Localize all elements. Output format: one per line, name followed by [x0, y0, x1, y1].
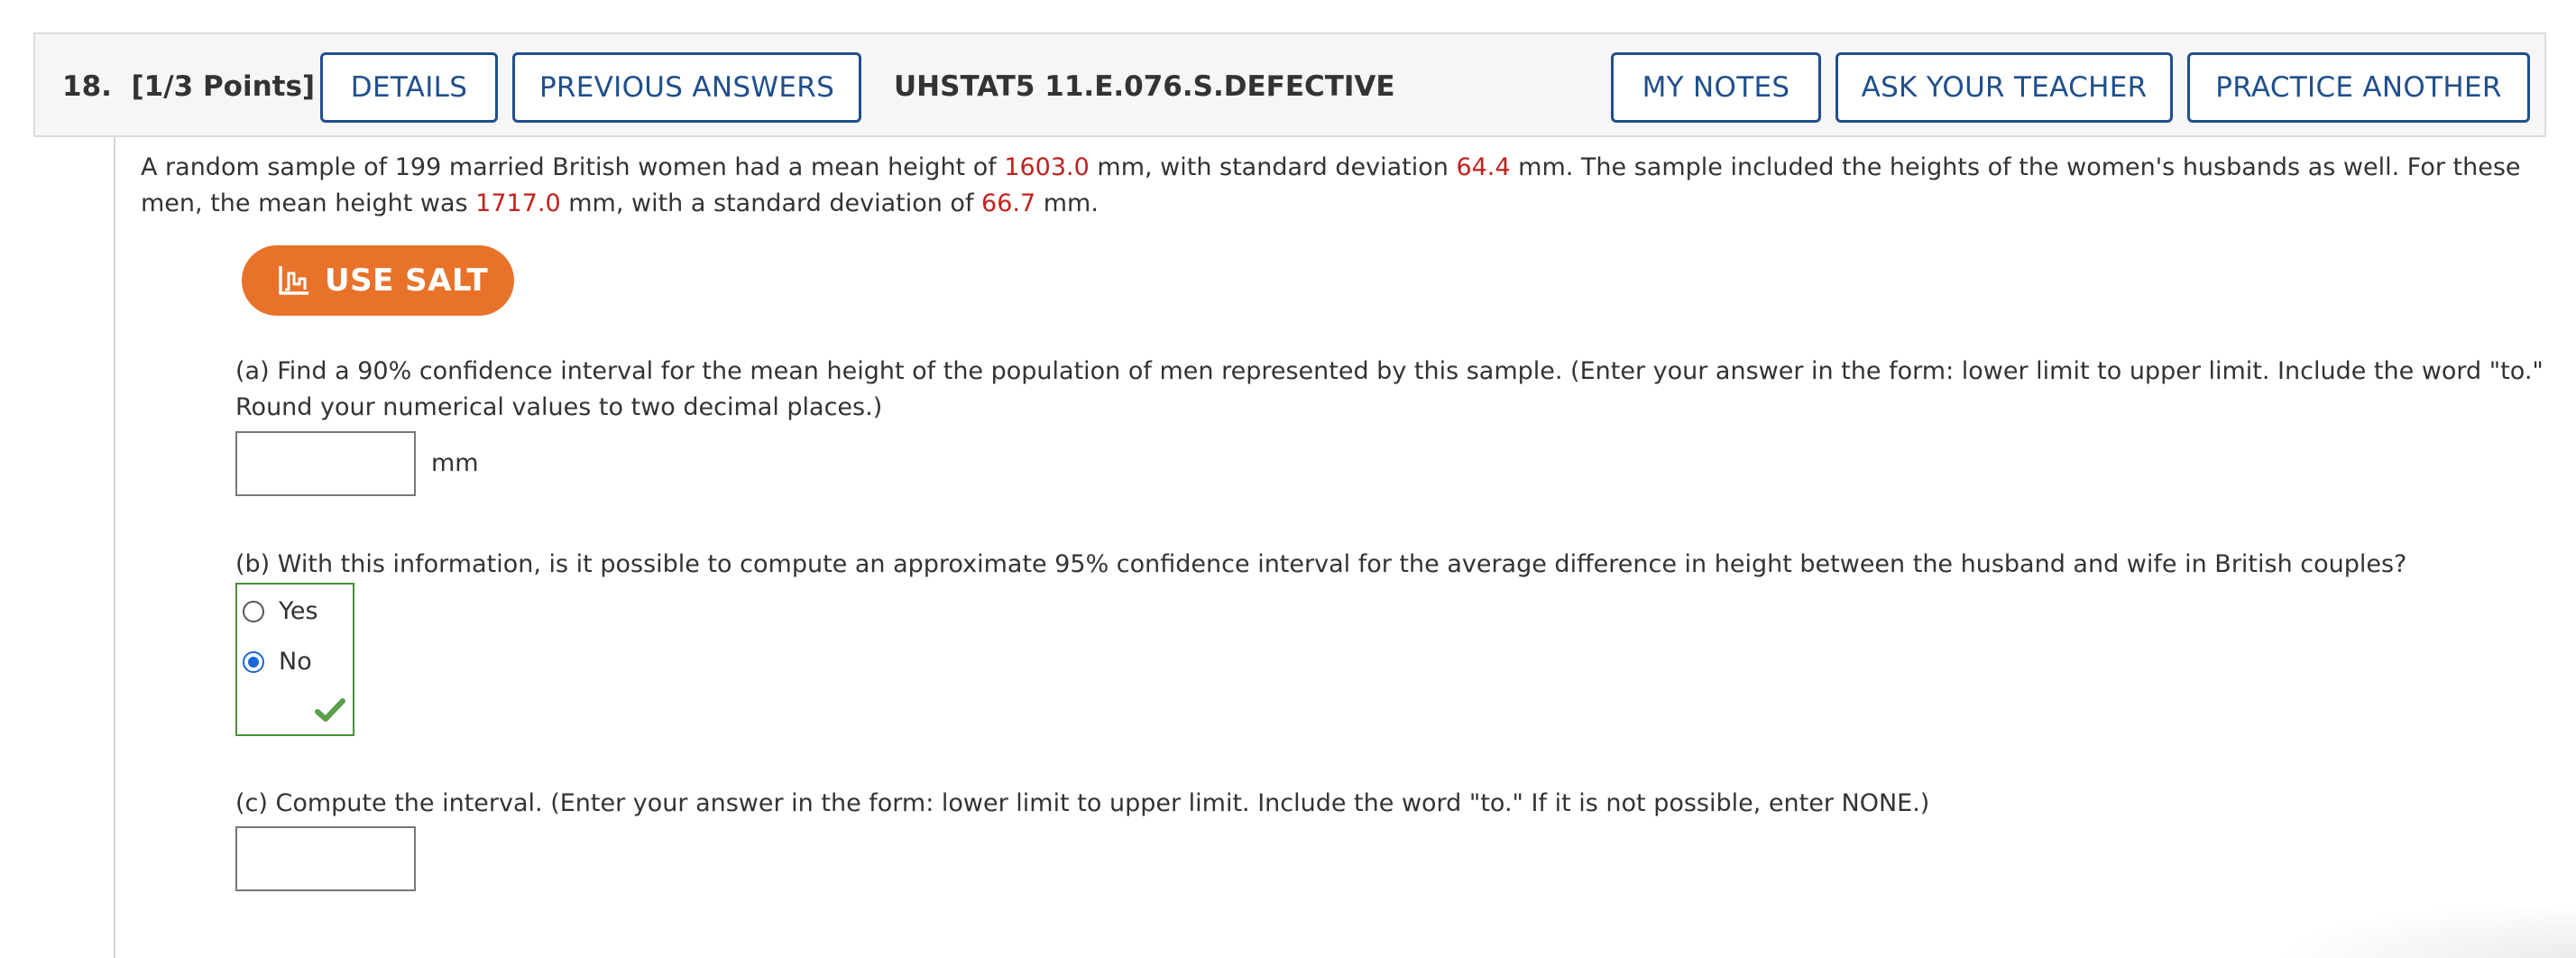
part-b-question: (b) With this information, is it possibl… [235, 550, 2407, 578]
checkmark-icon [315, 698, 345, 722]
question-page: 18. [1/3 Points] DETAILS PREVIOUS ANSWER… [0, 0, 2576, 958]
question-number-points: 18. [1/3 Points] [62, 70, 315, 103]
question-number: 18. [62, 70, 112, 103]
my-notes-button[interactable]: MY NOTES [1611, 52, 1821, 123]
salt-chart-icon [279, 266, 308, 295]
radio-yes-label: Yes [279, 597, 318, 625]
problem-statement: A random sample of 199 married British w… [141, 153, 2521, 217]
question-code: UHSTAT5 11.E.076.S.DEFECTIVE [894, 70, 1395, 103]
question-header: 18. [1/3 Points] DETAILS PREVIOUS ANSWER… [33, 32, 2546, 137]
part-b-radio-group: Yes No [235, 583, 354, 736]
ask-your-teacher-button[interactable]: ASK YOUR TEACHER [1835, 52, 2173, 123]
women-mean-value: 1603.0 [1004, 153, 1090, 181]
part-a-question: (a) Find a 90% confidence interval for t… [235, 357, 2544, 421]
details-button[interactable]: DETAILS [320, 52, 498, 123]
women-sd-value: 64.4 [1456, 153, 1511, 181]
use-salt-button[interactable]: USE SALT [242, 245, 514, 316]
radio-option-yes[interactable]: Yes [243, 597, 318, 625]
radio-no-label: No [279, 648, 312, 676]
use-salt-label: USE SALT [325, 263, 489, 299]
part-c-answer-input[interactable] [235, 826, 416, 891]
points-label: [1/3 Points] [131, 70, 316, 103]
part-a-answer-input[interactable] [235, 431, 416, 496]
practice-another-button[interactable]: PRACTICE ANOTHER [2187, 52, 2530, 123]
corner-shadow [2273, 902, 2576, 958]
radio-no[interactable] [243, 650, 264, 673]
part-c-question: (c) Compute the interval. (Enter your an… [235, 789, 1930, 817]
men-mean-value: 1717.0 [475, 189, 561, 217]
part-a-unit: mm [431, 449, 479, 477]
previous-answers-button[interactable]: PREVIOUS ANSWERS [512, 52, 861, 123]
radio-yes[interactable] [243, 600, 264, 622]
radio-option-no[interactable]: No [243, 648, 312, 676]
men-sd-value: 66.7 [981, 189, 1036, 217]
